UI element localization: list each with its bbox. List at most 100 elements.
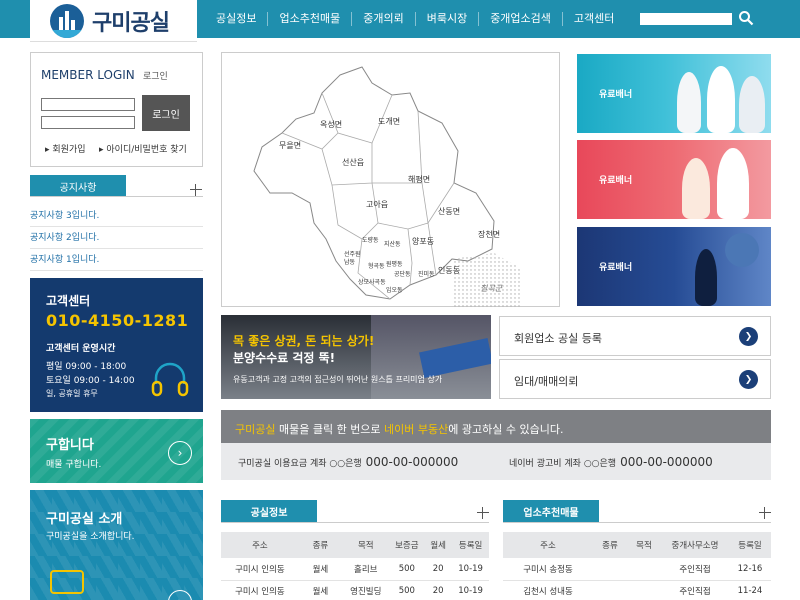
recommend-more-plus-icon[interactable] <box>759 507 771 519</box>
promo-banner[interactable]: 목 좋은 상권, 돈 되는 상가! 분양수수료 걱정 뚝! 유동고객과 고정 고… <box>221 315 491 399</box>
map-label: 칠곡군 <box>480 284 503 293</box>
map-label[interactable]: 지산동 <box>384 239 401 248</box>
map-label[interactable]: 진미동 <box>418 269 435 278</box>
table-cell: 홀리브 <box>342 558 390 581</box>
column-header: 주소 <box>221 532 299 558</box>
map-label[interactable]: 무을면 <box>279 140 301 151</box>
login-button[interactable]: 로그인 <box>142 95 190 131</box>
map-label[interactable]: 임오동 <box>386 285 403 294</box>
vacancy-more-plus-icon[interactable] <box>477 507 489 519</box>
table-cell: 주인직접 <box>661 580 729 600</box>
table-row[interactable]: 구미시 송정동 주인직접 12-16 <box>503 558 771 581</box>
paid-banner[interactable]: 유료배너 <box>577 227 771 306</box>
recommend-table-tab[interactable]: 업소추천매물 <box>503 500 599 522</box>
divider <box>30 196 203 197</box>
map-label[interactable]: 양포동 <box>412 236 434 247</box>
wanted-box[interactable]: 구합니다 매물 구합니다. › <box>30 419 203 483</box>
ad-account-number: 000-00-000000 <box>620 455 713 469</box>
search-input[interactable] <box>640 13 732 25</box>
wanted-title: 구합니다 <box>46 438 94 453</box>
logo-icon <box>50 3 84 38</box>
table-row[interactable]: 김천시 성내동 주인직접 11-24 <box>503 580 771 600</box>
ad-headline: 구미공실 매물을 클릭 한 번으로 네이버 부동산에 광고하실 수 있습니다. <box>235 421 563 437</box>
password-field[interactable] <box>41 116 135 129</box>
column-header: 종류 <box>298 532 343 558</box>
table-cell <box>627 580 661 600</box>
register-vacancy-button[interactable]: 회원업소 공실 등록 ❯ <box>499 316 771 356</box>
nav-flea-market[interactable]: 벼룩시장 <box>414 12 478 26</box>
table-cell <box>627 558 661 581</box>
cs-hours-title: 고객센터 운영시간 <box>46 344 116 354</box>
column-header: 월세 <box>424 532 453 558</box>
site-logo[interactable]: 구미공실 <box>30 0 197 42</box>
vacancy-table-tab[interactable]: 공실정보 <box>221 500 317 522</box>
column-header: 중개사무소명 <box>661 532 729 558</box>
notice-tab[interactable]: 공지사항 <box>30 175 126 197</box>
search-icon[interactable] <box>738 10 754 26</box>
ad-account-label: 구미공실 이용요금 계좌 ○○은행 <box>238 459 362 469</box>
map-label[interactable]: 형곡동 <box>368 261 385 270</box>
notice-item[interactable]: 공지사항 3입니다. <box>30 205 203 227</box>
join-link[interactable]: ▸ 회원가입 <box>45 142 86 155</box>
document-icon <box>50 570 84 594</box>
column-header: 목적 <box>342 532 390 558</box>
map-label[interactable]: 원평동 <box>386 259 403 268</box>
map-label[interactable]: 선주원남동 <box>344 251 366 267</box>
lease-sale-request-button[interactable]: 임대/매매의뢰 ❯ <box>499 359 771 399</box>
nav-recommended-listings[interactable]: 업소추천매물 <box>267 12 351 26</box>
map-label[interactable]: 산동면 <box>438 206 460 217</box>
login-title: MEMBER LOGIN <box>41 68 135 82</box>
nav-vacancy-info[interactable]: 공실정보 <box>205 12 267 26</box>
notice-more-plus-icon[interactable] <box>190 184 202 196</box>
logo-text: 구미공실 <box>92 10 170 36</box>
intro-title: 구미공실 소개 <box>46 512 123 527</box>
table-row[interactable]: 구미시 인의동 월세 영진빌딩 500 20 10-19 <box>221 580 489 600</box>
map-label[interactable]: 해평면 <box>408 174 430 185</box>
nav-brokerage-request[interactable]: 중개의뢰 <box>351 12 414 26</box>
column-header: 주소 <box>503 532 593 558</box>
map-label[interactable]: 도량동 <box>362 235 379 244</box>
banner-label: 유료배너 <box>599 176 633 186</box>
chevron-right-icon: ❯ <box>739 327 758 346</box>
chevron-right-icon[interactable]: › <box>168 441 192 465</box>
notice-item[interactable]: 공지사항 2입니다. <box>30 227 203 249</box>
map-label[interactable]: 인동동 <box>438 265 460 276</box>
find-account-link[interactable]: ▸ 아이디/비밀번호 찾기 <box>99 142 187 155</box>
column-header: 등록일 <box>729 532 771 558</box>
map-label[interactable]: 선산읍 <box>342 157 364 168</box>
table-row[interactable]: 구미시 인의동 월세 홀리브 500 20 10-19 <box>221 558 489 581</box>
action-label: 임대/매매의뢰 <box>514 375 579 388</box>
table-cell: 구미시 인의동 <box>221 580 299 600</box>
column-header: 목적 <box>627 532 661 558</box>
ad-headline-text: 매물을 클릭 한 번으로 <box>275 423 385 436</box>
map-label[interactable]: 장천면 <box>478 229 500 240</box>
ad-account-2: 네이버 광고비 계좌 ○○은행 000-00-000000 <box>509 455 713 469</box>
chevron-right-icon: ❯ <box>739 370 758 389</box>
map-label[interactable]: 상모사곡동 <box>358 277 386 286</box>
map-label[interactable]: 고아읍 <box>366 199 388 210</box>
map-label[interactable]: 공단동 <box>394 269 411 278</box>
customer-center-box: 고객센터 010-4150-1281 고객센터 운영시간 평일 09:00 - … <box>30 278 203 412</box>
banner-person-image <box>707 66 735 133</box>
table-cell <box>593 558 627 581</box>
login-subtitle: 로그인 <box>143 72 168 82</box>
notice-item[interactable]: 공지사항 1입니다. <box>30 249 203 271</box>
paid-banner[interactable]: 유료배너 <box>577 140 771 219</box>
nav-agency-search[interactable]: 중개업소검색 <box>478 12 562 26</box>
paid-banner[interactable]: 유료배너 <box>577 54 771 133</box>
map-graphic <box>253 66 522 308</box>
column-header: 보증금 <box>389 532 425 558</box>
chevron-right-icon[interactable]: › <box>168 590 192 600</box>
map-label[interactable]: 옥성면 <box>320 119 342 130</box>
table-cell: 12-16 <box>729 558 771 581</box>
naver-ad-strip: 구미공실 매물을 클릭 한 번으로 네이버 부동산에 광고하실 수 있습니다. … <box>221 410 771 480</box>
banner-label: 유료배너 <box>599 90 633 100</box>
cs-phone: 010-4150-1281 <box>46 311 189 330</box>
column-header: 등록일 <box>452 532 489 558</box>
map-label[interactable]: 도개면 <box>378 116 400 127</box>
region-map[interactable]: 옥성면 도개면 무을면 선산읍 해평면 고아읍 산동면 장천면 도량동 지산동 … <box>221 52 560 308</box>
intro-box[interactable]: 구미공실 소개 구미공실을 소개합니다. › <box>30 490 203 600</box>
cs-saturday: 토요일 09:00 - 14:00 <box>46 376 135 386</box>
username-field[interactable] <box>41 98 135 111</box>
nav-customer-center[interactable]: 고객센터 <box>561 12 625 26</box>
